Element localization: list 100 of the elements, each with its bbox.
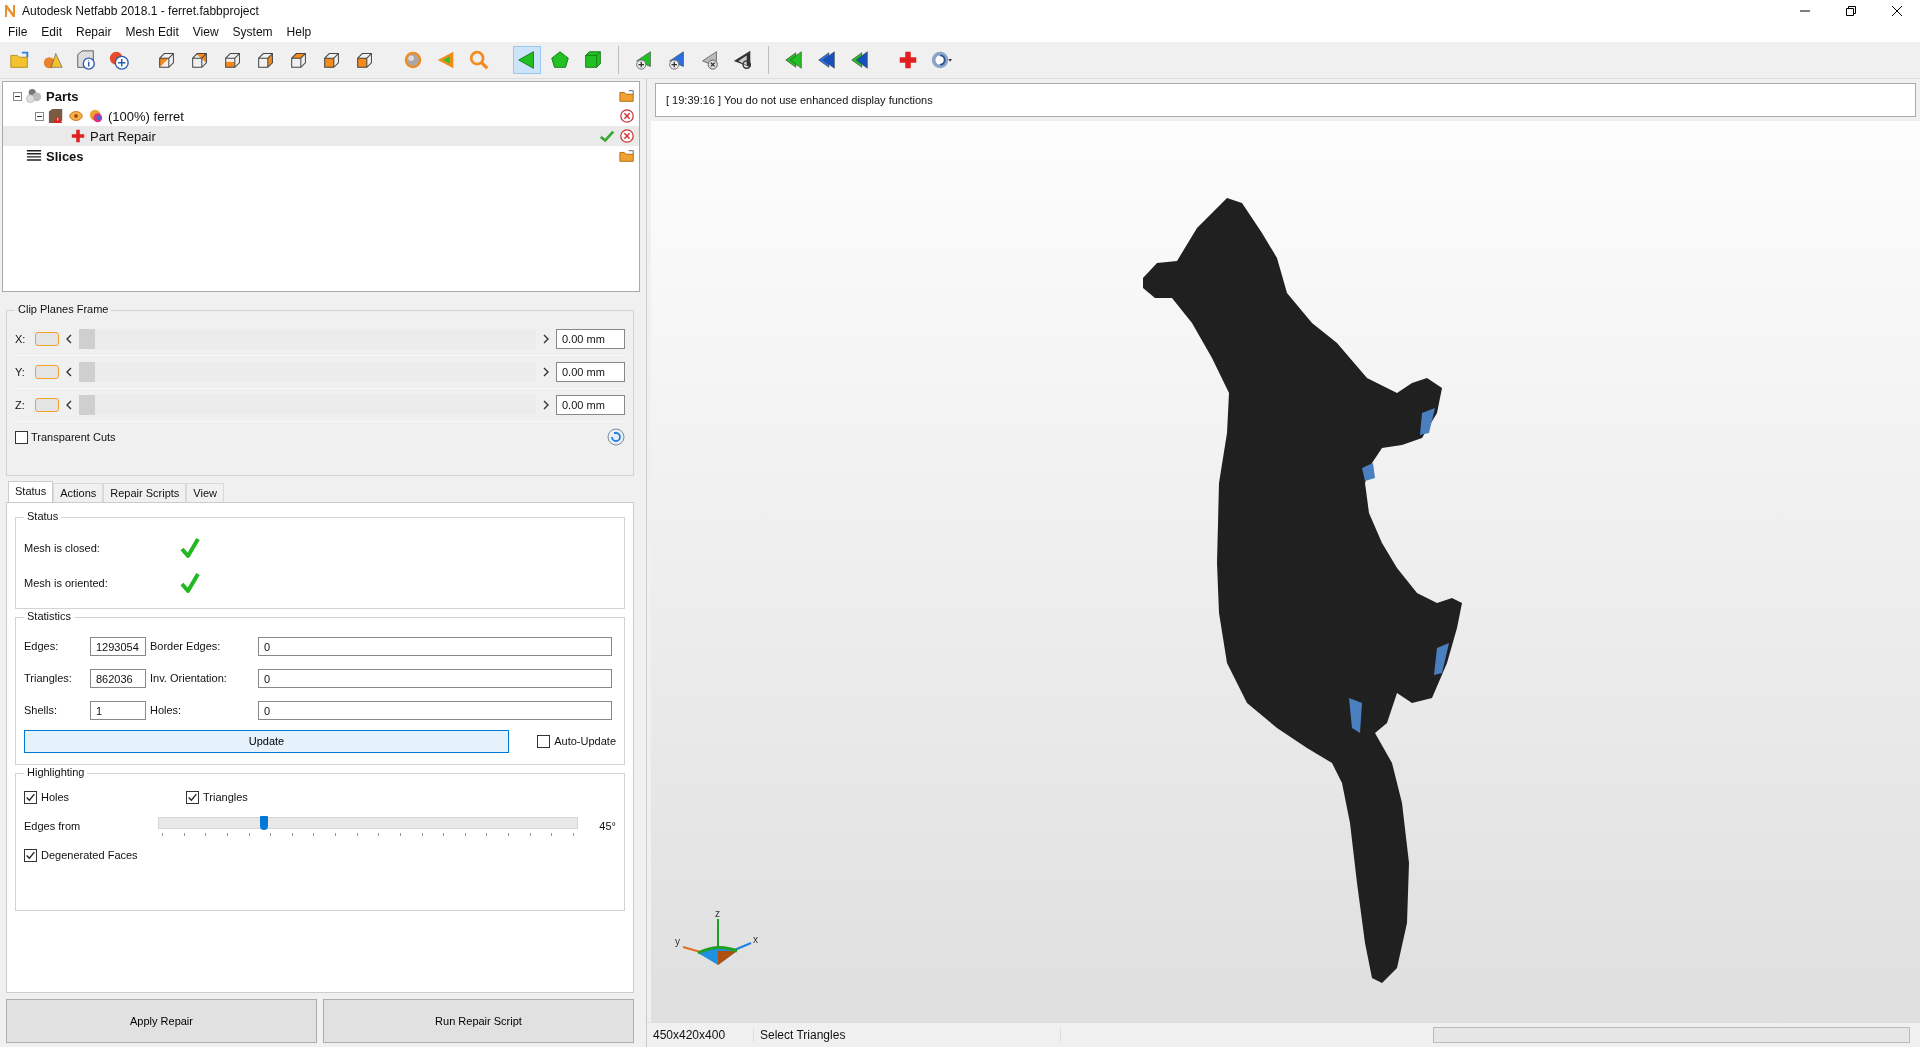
stat-field[interactable]: 0 bbox=[258, 700, 612, 720]
search-icon bbox=[468, 49, 490, 71]
axis-label: Y: bbox=[15, 366, 26, 378]
checkbox-label: Auto-Update bbox=[554, 735, 616, 747]
folder-icon[interactable] bbox=[619, 88, 635, 104]
close-circle-icon[interactable] bbox=[619, 108, 635, 124]
stat-label: Inv. Orientation: bbox=[149, 672, 228, 684]
menu-item[interactable]: File bbox=[8, 25, 28, 39]
folder-icon[interactable] bbox=[619, 148, 635, 164]
plane-toggle[interactable] bbox=[35, 365, 59, 379]
tree-label: Part Repair bbox=[90, 128, 156, 144]
tree-row[interactable]: Parts bbox=[3, 86, 639, 106]
spheres-icon bbox=[26, 88, 42, 104]
clip-slider[interactable] bbox=[79, 362, 536, 382]
triangles-icon bbox=[849, 49, 871, 71]
action-button[interactable]: Apply Repair bbox=[6, 999, 317, 1043]
stat-field[interactable]: 0 bbox=[258, 668, 612, 688]
log-message: [ 19:39:16 ] You do not use enhanced display functions bbox=[666, 94, 934, 106]
status-mode: Select Triangles bbox=[754, 1028, 1061, 1042]
cross-icon bbox=[897, 49, 919, 71]
tree-label: Parts bbox=[46, 88, 79, 104]
value-field[interactable]: 0.00 mm bbox=[556, 395, 625, 415]
info-icon bbox=[75, 49, 97, 71]
sphere-icon bbox=[402, 49, 424, 71]
checkbox-label: Transparent Cuts bbox=[31, 431, 116, 443]
clip-slider[interactable] bbox=[79, 395, 536, 415]
pentagon-icon bbox=[549, 49, 571, 71]
stat-field[interactable]: 1 bbox=[90, 700, 146, 720]
tab[interactable]: Actions bbox=[53, 483, 104, 502]
restore-icon[interactable] bbox=[1846, 6, 1856, 16]
slider-reading: 45° bbox=[598, 820, 616, 832]
check-icon[interactable] bbox=[599, 128, 615, 144]
checkbox-label: Degenerated Faces bbox=[41, 849, 138, 861]
action-button[interactable]: Run Repair Script bbox=[323, 999, 634, 1043]
menu-item[interactable]: Help bbox=[286, 25, 312, 39]
stat-label: Shells: bbox=[24, 704, 59, 716]
clip-slider[interactable] bbox=[79, 329, 536, 349]
tree-row[interactable]: Part Repair bbox=[3, 126, 639, 146]
stat-field[interactable]: 862036 bbox=[90, 668, 146, 688]
disc-icon bbox=[930, 49, 952, 71]
status-label: Mesh is oriented: bbox=[24, 576, 109, 589]
expander-icon[interactable] bbox=[13, 91, 22, 101]
value-field[interactable]: 0.00 mm bbox=[556, 362, 625, 382]
tab[interactable]: Repair Scripts bbox=[103, 483, 187, 502]
checkbox[interactable] bbox=[15, 430, 28, 444]
menu-item[interactable]: Edit bbox=[41, 25, 63, 39]
close-circle-icon[interactable] bbox=[619, 128, 635, 144]
update-button[interactable]: Update bbox=[24, 729, 509, 753]
axis-label: X: bbox=[15, 333, 27, 345]
stat-label: Holes: bbox=[149, 704, 183, 716]
menu-item[interactable]: Repair bbox=[76, 25, 112, 39]
cross-icon bbox=[70, 128, 86, 144]
stat-label: Triangles: bbox=[24, 672, 73, 684]
mesh-warning-icon bbox=[48, 108, 64, 124]
slider-label: Edges from bbox=[24, 820, 82, 832]
edges-slider[interactable] bbox=[158, 816, 578, 829]
add-icon bbox=[108, 49, 130, 71]
expander-icon[interactable] bbox=[35, 111, 44, 121]
tree-label: (100%) ferret bbox=[108, 108, 184, 124]
reset-icon[interactable] bbox=[607, 428, 625, 446]
tab[interactable]: Status bbox=[8, 481, 54, 502]
app-logo-icon bbox=[4, 4, 16, 18]
eye-icon[interactable] bbox=[68, 108, 84, 124]
checkbox-label: Holes bbox=[41, 791, 70, 803]
triangles-icon bbox=[783, 49, 805, 71]
tab[interactable]: View bbox=[186, 483, 224, 502]
axis-gizmo-drawing: z y x bbox=[673, 909, 763, 979]
axis-label: Z: bbox=[15, 399, 26, 411]
group-title: Statistics bbox=[24, 610, 74, 622]
triangles-icon bbox=[816, 49, 838, 71]
triangle-undo-icon bbox=[732, 49, 754, 71]
tree-row[interactable]: (100%) ferret bbox=[3, 106, 639, 126]
tree-row[interactable]: Slices bbox=[3, 146, 639, 166]
plane-toggle[interactable] bbox=[35, 398, 59, 412]
group-title: Status bbox=[24, 510, 62, 522]
folder-icon bbox=[9, 49, 31, 71]
stat-field[interactable]: 0 bbox=[258, 636, 612, 656]
stat-label: Border Edges: bbox=[149, 640, 222, 652]
tree-label: Slices bbox=[46, 148, 84, 164]
slices-icon bbox=[26, 148, 42, 164]
color-wheel-icon[interactable] bbox=[88, 108, 104, 124]
checkbox[interactable] bbox=[24, 848, 37, 862]
plane-toggle[interactable] bbox=[35, 332, 59, 346]
menu-item[interactable]: View bbox=[192, 25, 219, 39]
menu-item[interactable]: Mesh Edit bbox=[125, 25, 179, 39]
value-field[interactable]: 0.00 mm bbox=[556, 329, 625, 349]
close-icon[interactable] bbox=[1892, 6, 1902, 16]
status-size: 450x420x400 bbox=[647, 1028, 754, 1042]
status-label: Mesh is closed: bbox=[24, 541, 101, 554]
group-title: Highlighting bbox=[24, 766, 88, 778]
3d-viewport[interactable]: z y x bbox=[651, 121, 1920, 1022]
checkbox[interactable] bbox=[186, 790, 199, 804]
stat-field[interactable]: 1293054 bbox=[90, 636, 146, 656]
checkbox[interactable] bbox=[537, 734, 551, 748]
group-title: Clip Planes Frame bbox=[15, 303, 112, 315]
checkbox-label: Triangles bbox=[203, 791, 248, 803]
checkbox[interactable] bbox=[24, 790, 37, 804]
triangle-remove-icon bbox=[699, 49, 721, 71]
menu-item[interactable]: System bbox=[232, 25, 273, 39]
window-title: Autodesk Netfabb 2018.1 - ferret.fabbproject bbox=[22, 4, 259, 18]
